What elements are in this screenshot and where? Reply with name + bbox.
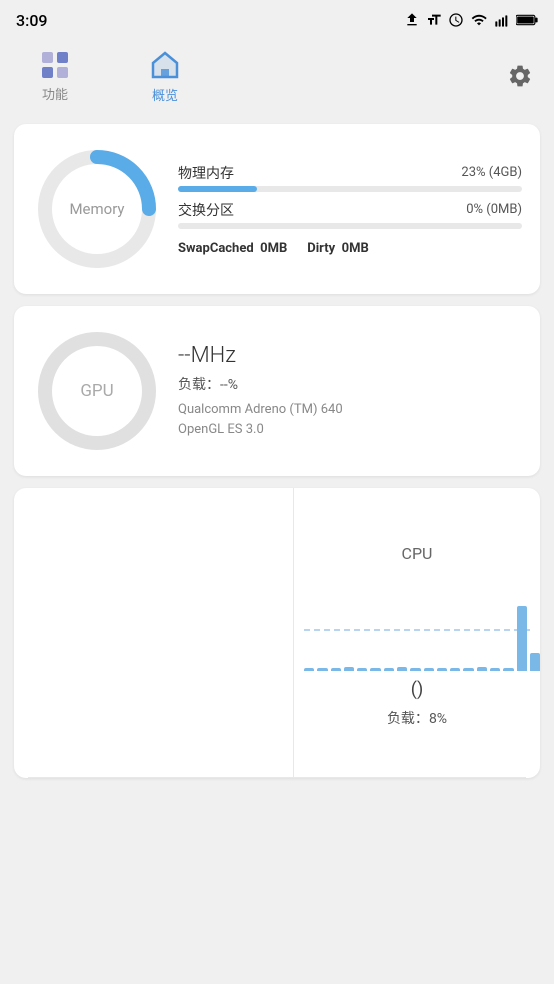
cpu-bar [503, 668, 513, 671]
settings-icon [507, 63, 533, 89]
cpu-bottom-divider [28, 777, 526, 778]
tab-functions[interactable]: 功能 [0, 40, 110, 112]
gpu-chipset: Qualcomm Adreno (TM) 640 OpenGL ES 3.0 [178, 400, 522, 439]
cpu-bar [331, 668, 341, 671]
memory-info: 物理内存 23% (4GB) 交换分区 0% (0MB) SwapCached … [178, 163, 522, 256]
gpu-info: --MHz 负载：--% Qualcomm Adreno (TM) 640 Op… [178, 343, 522, 439]
status-bar: 3:09 [0, 0, 554, 40]
cpu-bar [317, 668, 327, 671]
swap-value: 0% (0MB) [466, 202, 522, 217]
wifi-icon [470, 12, 488, 28]
cpu-load-label: 负载： [387, 711, 429, 727]
gpu-mhz: --MHz [178, 343, 522, 368]
font-icon [426, 12, 442, 28]
gpu-load: 负载：--% [178, 374, 522, 394]
clock-icon [448, 12, 464, 28]
swap-cached-label: SwapCached [178, 241, 254, 256]
cpu-load: 负载：8% [387, 708, 447, 728]
tab-functions-label: 功能 [42, 84, 68, 103]
settings-button[interactable] [502, 58, 538, 94]
cpu-bar [477, 667, 487, 671]
cpu-dashed-line [304, 629, 530, 631]
physical-label: 物理内存 [178, 163, 234, 183]
cpu-title: CPU [402, 544, 433, 563]
cpu-chart [304, 571, 530, 671]
swap-cached-value: 0MB [260, 241, 287, 256]
cpu-chart-area: CPU () 负载：8% [14, 488, 540, 777]
cpu-bar [384, 668, 394, 671]
cpu-bar [304, 668, 314, 671]
gpu-opengl: OpenGL ES 3.0 [178, 422, 264, 437]
cpu-bar [517, 606, 527, 671]
cpu-bar [397, 667, 407, 671]
cpu-right-panel: CPU () 负载：8% [294, 488, 540, 777]
status-time: 3:09 [16, 11, 48, 30]
swap-progress-bg [178, 223, 522, 229]
overview-icon [149, 49, 181, 81]
download-icon [404, 12, 420, 28]
cpu-card: CPU () 负载：8% [14, 488, 540, 778]
dirty-value: 0MB [342, 241, 369, 256]
cpu-bar [450, 668, 460, 671]
physical-value: 23% (4GB) [461, 165, 522, 180]
gpu-load-label: 负载： [178, 377, 220, 393]
cpu-bar [424, 668, 434, 671]
functions-icon [40, 50, 70, 80]
gpu-card: GPU --MHz 负载：--% Qualcomm Adreno (TM) 64… [14, 306, 540, 476]
cpu-bar [530, 653, 540, 671]
physical-progress-fill [178, 186, 257, 192]
gpu-circle: GPU [32, 326, 162, 456]
memory-card: Memory 物理内存 23% (4GB) 交换分区 0% (0MB) [14, 124, 540, 294]
swap-label: 交换分区 [178, 200, 234, 220]
cpu-value: () [411, 679, 423, 700]
tab-overview[interactable]: 概览 [110, 40, 220, 112]
gpu-chipset-name: Qualcomm Adreno (TM) 640 [178, 402, 343, 417]
gpu-load-value: --% [220, 377, 238, 393]
memory-label: Memory [69, 200, 124, 218]
swap-cached: SwapCached 0MB [178, 241, 287, 256]
signal-icon [494, 12, 510, 28]
memory-extras: SwapCached 0MB Dirty 0MB [178, 241, 522, 256]
gpu-label: GPU [80, 381, 113, 401]
dirty: Dirty 0MB [307, 241, 369, 256]
battery-icon [516, 13, 538, 27]
memory-donut: Memory [32, 144, 162, 274]
cpu-bar [490, 668, 500, 671]
physical-memory-row: 物理内存 23% (4GB) [178, 163, 522, 192]
cpu-bar [437, 668, 447, 671]
nav-bar: 功能 概览 [0, 40, 554, 112]
status-icons [404, 12, 538, 28]
cpu-bar [344, 667, 354, 671]
dirty-label: Dirty [307, 241, 335, 256]
cpu-bar [410, 668, 420, 671]
cpu-load-value: 8% [429, 711, 447, 727]
physical-progress-bg [178, 186, 522, 192]
cpu-bar [357, 668, 367, 671]
tab-overview-label: 概览 [152, 85, 178, 104]
cpu-bar [370, 668, 380, 671]
cpu-bar [463, 668, 473, 671]
cpu-left-panel [14, 488, 294, 777]
swap-memory-row: 交换分区 0% (0MB) [178, 200, 522, 229]
